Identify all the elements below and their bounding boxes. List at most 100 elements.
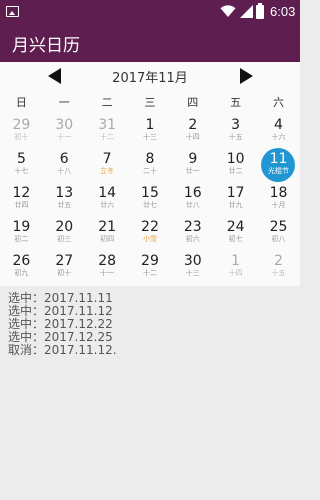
- day-number: 4: [274, 117, 283, 133]
- day-number: 14: [98, 185, 117, 201]
- prev-month-button[interactable]: [45, 67, 63, 85]
- day-cell[interactable]: 8 二十: [129, 148, 172, 182]
- day-cell[interactable]: 28 十一: [86, 250, 129, 284]
- day-cell[interactable]: 1 十四: [214, 250, 257, 284]
- day-number: 15: [141, 185, 159, 201]
- weekday-header: 日 一 二 三 四 五 六: [0, 94, 300, 110]
- lunar-date: 十一: [57, 133, 72, 141]
- lunar-date: 十五: [271, 269, 286, 277]
- day-number: 29: [141, 253, 159, 269]
- day-number: 25: [269, 219, 288, 235]
- day-cell[interactable]: 31 十二: [86, 114, 129, 148]
- day-cell[interactable]: 29 初十: [0, 114, 43, 148]
- lunar-date: 光棍节: [267, 167, 289, 175]
- image-icon: [6, 6, 19, 17]
- day-cell[interactable]: 5 十七: [0, 148, 43, 182]
- next-month-button[interactable]: [237, 67, 255, 85]
- app-title: 月兴日历: [12, 36, 80, 56]
- day-number: 1: [145, 117, 155, 133]
- log-line: 取消：2017.11.12.: [8, 343, 117, 357]
- day-cell[interactable]: 24 初七: [214, 216, 257, 250]
- day-number: 16: [183, 185, 202, 201]
- day-number: 10: [226, 151, 245, 167]
- day-grid: 29 初十 30 十一 31 十二 1 十三 2 十四 3 十五 4 十六 5 十七 6 十八 7 立冬 8 二十 9 廿一 1…: [0, 114, 300, 284]
- weekday-label: 六: [272, 96, 284, 109]
- lunar-date: 十四: [228, 269, 243, 277]
- day-number: 23: [183, 219, 202, 235]
- weekday-label: 一: [58, 96, 70, 109]
- day-cell[interactable]: 16 廿八: [171, 182, 214, 216]
- day-cell[interactable]: 10 廿二: [214, 148, 257, 182]
- day-number: 30: [55, 117, 74, 133]
- lunar-date: 初八: [271, 235, 286, 243]
- day-number: 9: [188, 151, 198, 167]
- day-number: 13: [55, 185, 74, 201]
- day-cell[interactable]: 4 十六: [257, 114, 300, 148]
- weekday-label: 日: [15, 96, 27, 109]
- day-cell[interactable]: 29 十二: [129, 250, 172, 284]
- lunar-date: 廿一: [185, 167, 200, 175]
- lunar-date: 十三: [185, 269, 200, 277]
- day-cell-selected[interactable]: 11 光棍节: [257, 148, 300, 182]
- lunar-date: 廿四: [14, 201, 29, 209]
- lunar-date: 初十: [14, 133, 29, 141]
- day-cell[interactable]: 6 十八: [43, 148, 86, 182]
- day-cell[interactable]: 2 十四: [171, 114, 214, 148]
- lunar-date: 二十: [142, 167, 157, 175]
- day-number: 22: [141, 219, 159, 235]
- day-cell[interactable]: 15 廿七: [129, 182, 172, 216]
- day-cell[interactable]: 22 小雪: [129, 216, 172, 250]
- day-number: 26: [12, 253, 31, 269]
- day-cell[interactable]: 23 初六: [171, 216, 214, 250]
- lunar-date: 十四: [185, 133, 200, 141]
- lunar-date: 初十: [57, 269, 72, 277]
- day-cell[interactable]: 1 十三: [129, 114, 172, 148]
- week-row: 29 初十 30 十一 31 十二 1 十三 2 十四 3 十五 4 十六: [0, 114, 300, 148]
- lunar-date: 十六: [271, 133, 286, 141]
- day-number: 3: [231, 117, 241, 133]
- status-bar: 6:03: [0, 0, 300, 24]
- week-row: 5 十七 6 十八 7 立冬 8 二十 9 廿一 10 廿二 11 光棍节: [0, 148, 300, 182]
- day-cell[interactable]: 19 初二: [0, 216, 43, 250]
- day-cell[interactable]: 7 立冬: [86, 148, 129, 182]
- day-cell[interactable]: 26 初九: [0, 250, 43, 284]
- signal-icon: [240, 5, 253, 18]
- day-cell[interactable]: 2 十五: [257, 250, 300, 284]
- lunar-date: 廿六: [100, 201, 115, 209]
- day-cell[interactable]: 12 廿四: [0, 182, 43, 216]
- day-cell[interactable]: 25 初八: [257, 216, 300, 250]
- day-cell[interactable]: 3 十五: [214, 114, 257, 148]
- day-number: 17: [226, 185, 245, 201]
- lunar-date: 初九: [14, 269, 29, 277]
- month-title: 2017年11月: [112, 71, 188, 86]
- lunar-date: 十月: [271, 201, 286, 209]
- day-cell[interactable]: 30 十一: [43, 114, 86, 148]
- weekday-label: 三: [144, 96, 156, 109]
- day-number: 30: [183, 253, 202, 269]
- day-cell[interactable]: 14 廿六: [86, 182, 129, 216]
- lunar-date: 十七: [14, 167, 29, 175]
- lunar-date: 十一: [100, 269, 115, 277]
- lunar-date: 廿二: [228, 167, 243, 175]
- day-cell[interactable]: 13 廿五: [43, 182, 86, 216]
- lunar-date: 十五: [228, 133, 243, 141]
- week-row: 12 廿四 13 廿五 14 廿六 15 廿七 16 廿八 17 廿九 18 十月: [0, 182, 300, 216]
- arrow-right-icon: [239, 68, 253, 84]
- day-cell[interactable]: 18 十月: [257, 182, 300, 216]
- lunar-date: 立冬: [100, 167, 115, 175]
- day-cell[interactable]: 20 初三: [43, 216, 86, 250]
- lunar-date: 廿八: [185, 201, 200, 209]
- day-cell[interactable]: 9 廿一: [171, 148, 214, 182]
- day-number: 31: [98, 117, 117, 133]
- lunar-date: 廿九: [228, 201, 243, 209]
- day-cell[interactable]: 21 初四: [86, 216, 129, 250]
- weekday-label: 二: [101, 96, 113, 109]
- arrow-left-icon: [47, 68, 61, 84]
- battery-icon: [256, 3, 264, 19]
- calendar: 2017年11月 日 一 二 三 四 五 六 29 初十 30 十一 31 十二 1 十三 2 十…: [0, 62, 300, 286]
- day-number: 24: [226, 219, 245, 235]
- day-cell[interactable]: 27 初十: [43, 250, 86, 284]
- day-cell[interactable]: 17 廿九: [214, 182, 257, 216]
- day-cell[interactable]: 30 十三: [171, 250, 214, 284]
- day-number: 19: [12, 219, 31, 235]
